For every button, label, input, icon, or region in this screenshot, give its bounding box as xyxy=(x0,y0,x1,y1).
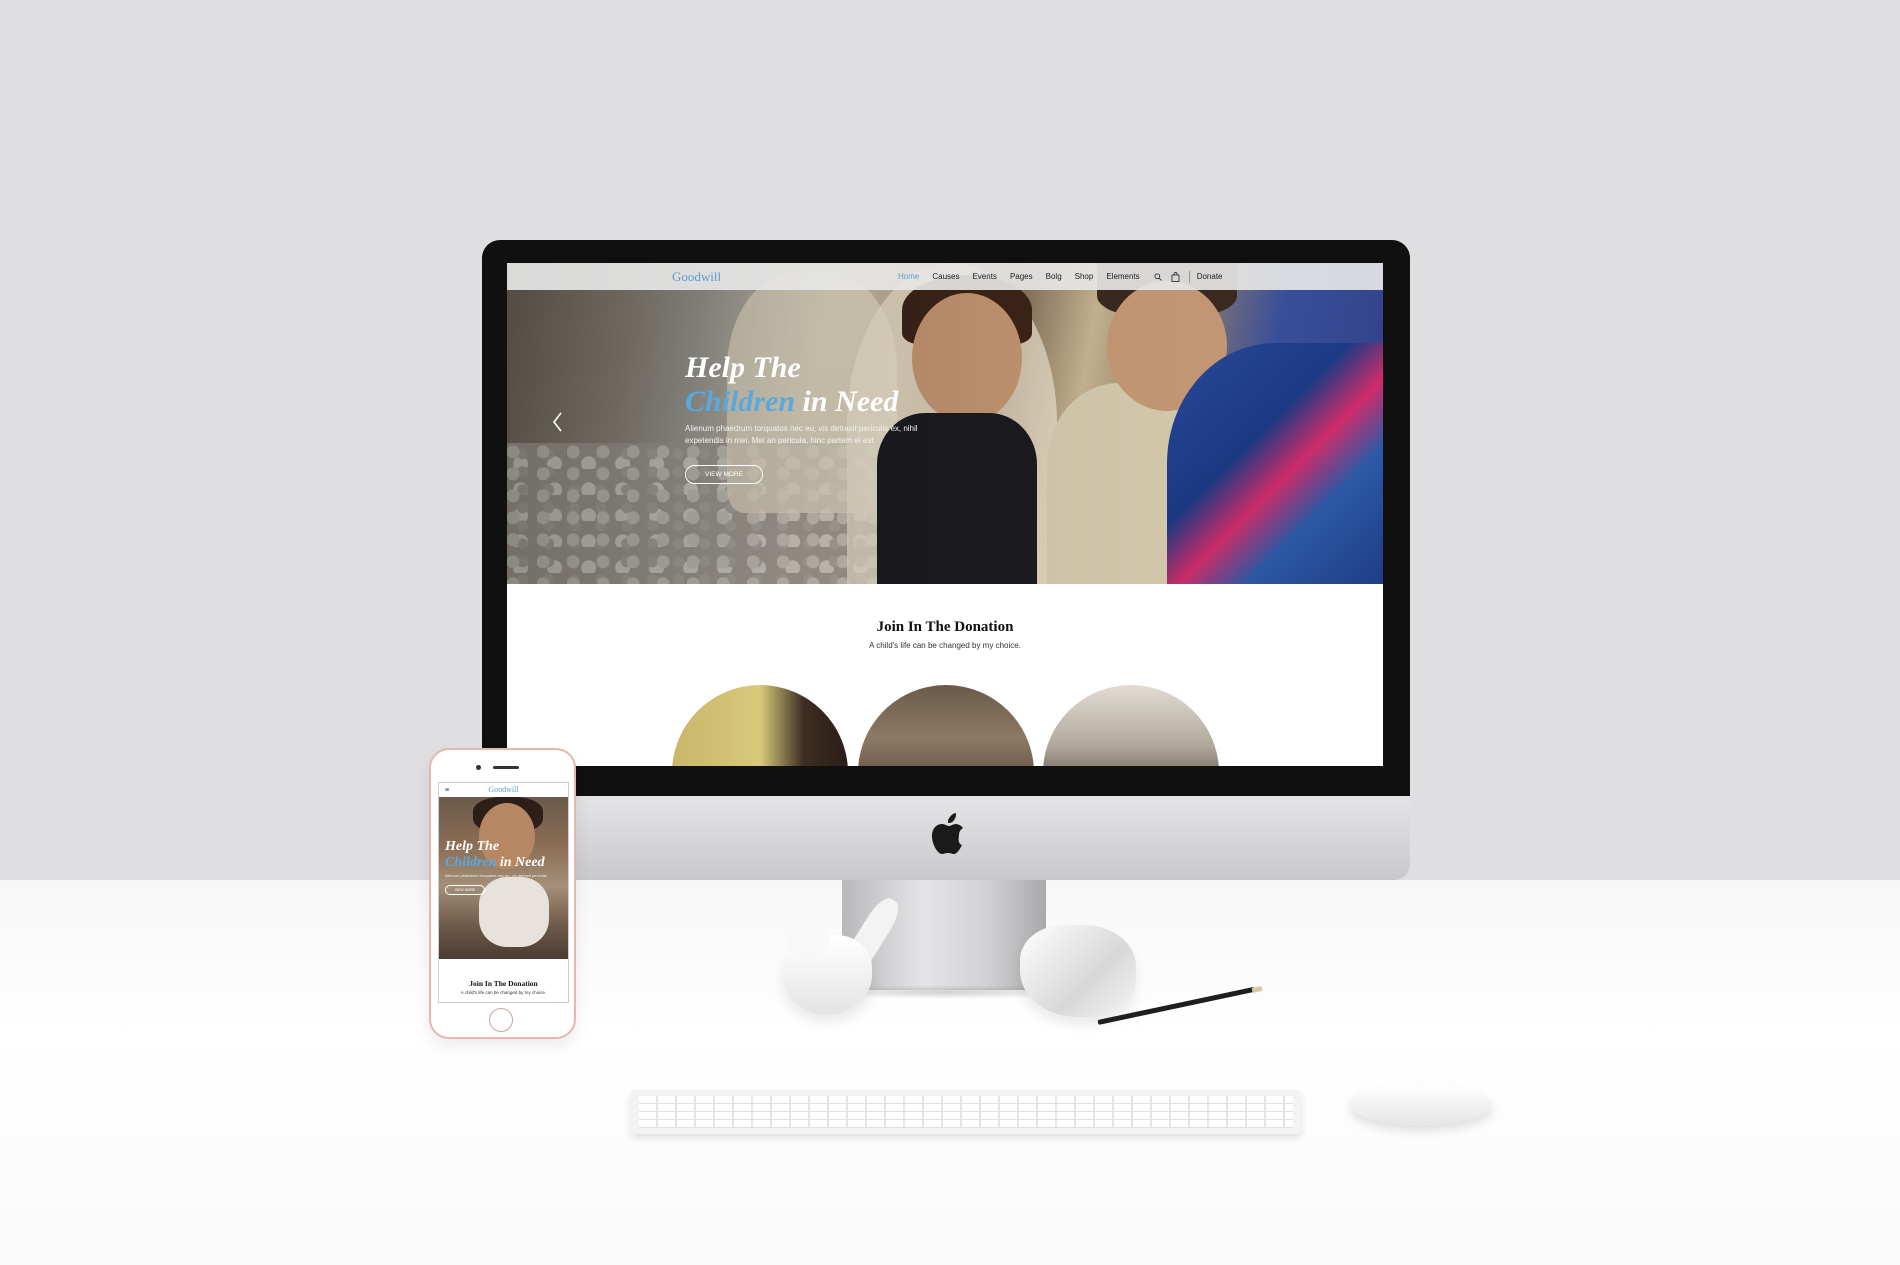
site-logo[interactable]: Goodwill xyxy=(672,269,721,285)
hero-banner: Goodwill Home Causes Events Pages Bolg S… xyxy=(507,263,1383,584)
donate-link[interactable]: Donate xyxy=(1197,272,1223,281)
site-header: Goodwill Home Causes Events Pages Bolg S… xyxy=(507,263,1383,290)
hero-title-line2: Children in Need xyxy=(685,385,898,419)
mobile-site-logo[interactable]: Goodwill xyxy=(439,785,568,794)
cart-icon[interactable] xyxy=(1171,271,1181,282)
nav-shop[interactable]: Shop xyxy=(1075,272,1094,281)
crumpled-paper xyxy=(1020,925,1136,1017)
mobile-hero-banner: Help The Children in Need Alienum phaedr… xyxy=(439,797,568,959)
donation-section-title: Join In The Donation xyxy=(876,619,1014,635)
nav-elements[interactable]: Elements xyxy=(1106,272,1139,281)
view-more-button[interactable]: VIEW MORE xyxy=(685,465,763,484)
mobile-website-screen: ≡ Goodwill Help The Children in Need Ali… xyxy=(438,782,569,1003)
mobile-hero-title: Help The Children in Need xyxy=(445,839,545,871)
nav-blog[interactable]: Bolg xyxy=(1046,272,1062,281)
nav-home[interactable]: Home xyxy=(898,272,919,281)
donation-section-subtitle: A child's life can be changed by my choi… xyxy=(869,641,1021,650)
mobile-header: ≡ Goodwill xyxy=(439,783,568,797)
phone-home-button xyxy=(489,1008,513,1032)
hero-overlay xyxy=(507,263,1383,584)
cause-image[interactable] xyxy=(672,685,848,766)
hero-title: Help The Children in Need xyxy=(685,351,898,419)
desktop-website-screen: Goodwill Home Causes Events Pages Bolg S… xyxy=(507,263,1383,766)
chevron-left-icon[interactable] xyxy=(551,411,565,433)
mouse xyxy=(1350,1083,1492,1125)
nav-pages[interactable]: Pages xyxy=(1010,272,1033,281)
phone-speaker xyxy=(493,766,519,769)
phone-device: ≡ Goodwill Help The Children in Need Ali… xyxy=(429,748,576,1039)
cause-image[interactable] xyxy=(858,685,1034,766)
bird-figurine-head xyxy=(786,925,830,955)
hero-title-rest: in Need xyxy=(795,385,899,418)
cause-image[interactable] xyxy=(1043,685,1219,766)
main-nav: Home Causes Events Pages Bolg Shop Eleme… xyxy=(898,263,1235,290)
hero-description: Alienum phaedrum torquatos nec eu, vis d… xyxy=(685,424,918,445)
mobile-donation-subtitle: A child's life can be changed by my choi… xyxy=(460,990,547,995)
mobile-view-more-button[interactable]: VIEW MORE xyxy=(445,885,485,895)
mobile-hero-title-highlight: Children xyxy=(445,855,497,870)
phone-camera xyxy=(476,765,481,770)
mobile-donation-title: Join In The Donation xyxy=(469,979,538,988)
keyboard xyxy=(631,1090,1301,1134)
search-icon[interactable] xyxy=(1153,272,1163,282)
nav-events[interactable]: Events xyxy=(972,272,996,281)
mobile-hero-description: Alienum phaedrum torquatos nec eu, vis d… xyxy=(445,873,547,878)
mobile-hero-title-line2: Children in Need xyxy=(445,855,545,871)
keyboard-key-rows xyxy=(639,1096,1293,1128)
apple-logo-icon xyxy=(932,813,963,854)
mobile-hero-title-rest: in Need xyxy=(496,855,545,870)
nav-causes[interactable]: Causes xyxy=(932,272,959,281)
hero-title-highlight: Children xyxy=(685,385,796,418)
nav-divider xyxy=(1188,270,1190,283)
mobile-hero-photo-shape xyxy=(479,877,549,947)
mobile-hero-title-line1: Help The xyxy=(445,839,500,854)
hero-title-line1: Help The xyxy=(685,351,801,384)
